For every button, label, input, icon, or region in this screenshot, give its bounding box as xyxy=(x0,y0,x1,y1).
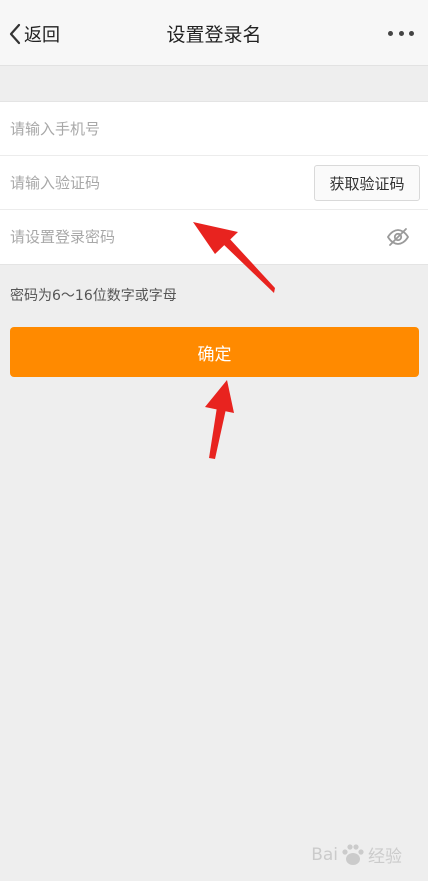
get-code-button[interactable]: 获取验证码 xyxy=(314,165,420,201)
baidu-jingyan-watermark: Bai 经验 xyxy=(311,842,402,867)
password-row xyxy=(0,210,428,264)
password-input[interactable] xyxy=(10,210,428,264)
phone-row xyxy=(0,102,428,156)
page-title: 设置登录名 xyxy=(166,24,262,46)
password-hint: 密码为6～16位数字或字母 xyxy=(10,288,177,304)
confirm-button[interactable]: 确定 xyxy=(10,327,419,377)
arrow-to-confirm-button xyxy=(205,380,234,459)
watermark-right-text: 经验 xyxy=(368,847,402,867)
more-dots-icon[interactable] xyxy=(388,28,414,38)
code-row: 获取验证码 xyxy=(0,156,428,210)
login-form: 获取验证码 xyxy=(0,101,428,265)
top-navigation-bar: 返回 设置登录名 xyxy=(0,0,428,66)
eye-off-icon[interactable] xyxy=(386,225,410,249)
watermark-left-text: Bai xyxy=(311,844,338,865)
phone-input[interactable] xyxy=(10,102,428,155)
paw-icon xyxy=(342,843,364,865)
